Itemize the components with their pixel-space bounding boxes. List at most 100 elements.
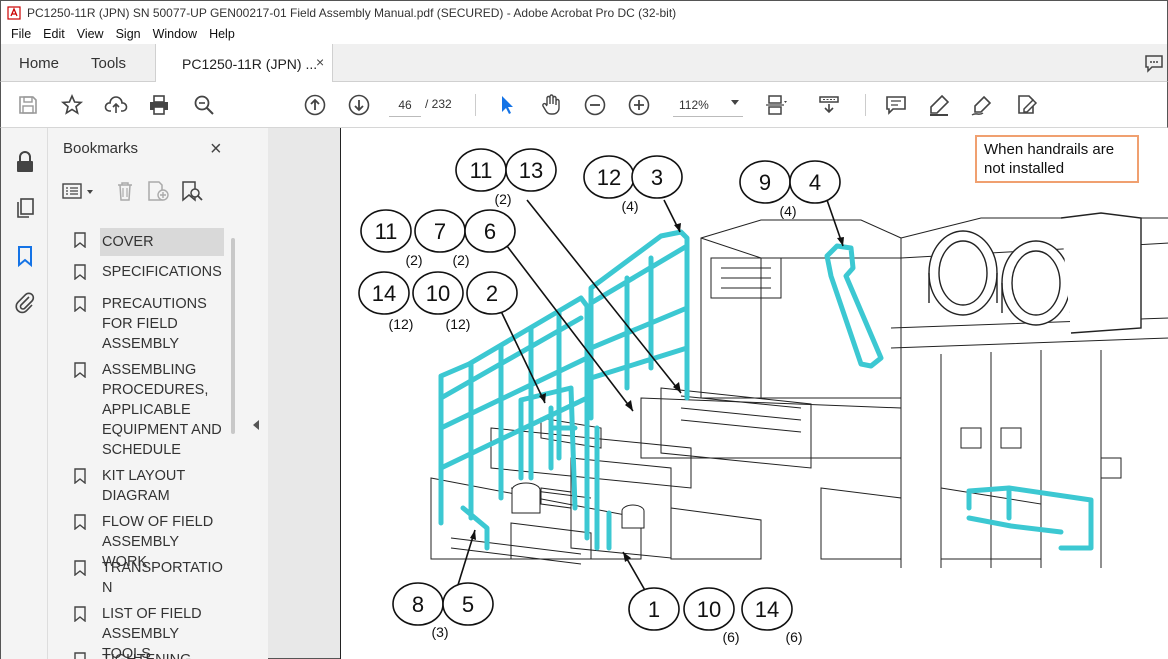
callout-quantity: (2) [452, 252, 469, 268]
page-number-input[interactable]: 46 [389, 93, 421, 117]
callout-number: 3 [651, 165, 663, 190]
callout-quantity: (6) [722, 629, 739, 645]
find-bookmark-icon[interactable] [180, 180, 204, 205]
zoom-level-select[interactable]: 112% [673, 93, 743, 117]
callout-number: 1 [648, 597, 660, 622]
callout-number: 4 [809, 170, 821, 195]
callout-number: 13 [519, 158, 543, 183]
bookmarks-panel-icon[interactable] [13, 244, 37, 268]
pdf-page: 11 13 (2) 12 3 (4) 9 4 (4) 11 7 6 (2) (2… [340, 128, 1168, 659]
bookmarks-toolbar [60, 178, 260, 204]
attachments-icon[interactable] [13, 290, 37, 314]
menu-bar: File Edit View Sign Window Help [0, 24, 1168, 44]
toolbar-divider [475, 94, 476, 116]
menu-file[interactable]: File [5, 27, 37, 41]
scroll-mode-icon[interactable] [816, 92, 842, 118]
previous-page-icon[interactable] [302, 92, 328, 118]
callout-number: 6 [484, 219, 496, 244]
page-total: / 232 [425, 97, 452, 111]
assembly-drawing: 11 13 (2) 12 3 (4) 9 4 (4) 11 7 6 (2) (2… [358, 148, 1168, 645]
next-page-icon[interactable] [346, 92, 372, 118]
callout-number: 10 [426, 281, 450, 306]
bookmark-flag-icon [74, 362, 86, 379]
panel-collapse-strip[interactable] [248, 128, 268, 659]
callout-number: 2 [486, 281, 498, 306]
highlight-pen-icon[interactable] [926, 92, 952, 118]
comment-icon[interactable] [883, 92, 909, 118]
bookmark-flag-icon [74, 514, 86, 531]
tab-home[interactable]: Home [19, 44, 59, 82]
callout-quantity: (4) [621, 198, 638, 214]
callout-number: 14 [372, 281, 396, 306]
fill-sign-icon[interactable] [1013, 92, 1039, 118]
window-title: PC1250-11R (JPN) SN 50077-UP GEN00217-01… [27, 5, 677, 20]
callout-number: 12 [597, 165, 621, 190]
bookmark-label: TIGHTENING [102, 650, 227, 659]
tab-tools[interactable]: Tools [91, 44, 126, 82]
callout-number: 10 [697, 597, 721, 622]
menu-sign[interactable]: Sign [110, 27, 147, 41]
left-navigation-rail [0, 128, 48, 659]
callout-quantity: (2) [405, 252, 422, 268]
print-icon[interactable] [146, 92, 172, 118]
bookmark-label: PRECAUTIONS FOR FIELD ASSEMBLY [102, 296, 207, 352]
zoom-level-value: 112% [679, 97, 709, 112]
callout-number: 11 [375, 219, 398, 244]
bookmark-flag-icon [74, 296, 86, 313]
page-fit-icon[interactable] [763, 92, 789, 118]
callout-number: 11 [470, 158, 493, 183]
select-cursor-icon[interactable] [494, 92, 520, 118]
bookmarks-scrollbar[interactable] [231, 238, 235, 434]
menu-view[interactable]: View [71, 27, 110, 41]
bookmarks-panel: Bookmarks × COVER SPECIFICATIONS PRECAUT… [48, 128, 268, 659]
callout-number: 14 [755, 597, 779, 622]
toolbar-divider [865, 94, 866, 116]
bookmark-flag-icon [74, 264, 86, 281]
lock-icon[interactable] [13, 150, 37, 174]
bookmark-flag-icon [74, 652, 86, 659]
upload-cloud-icon[interactable] [103, 92, 129, 118]
save-icon[interactable] [15, 92, 41, 118]
main-toolbar: 46 / 232 112% [0, 82, 1168, 128]
delete-trash-icon[interactable] [114, 180, 136, 205]
menu-window[interactable]: Window [147, 27, 203, 41]
menu-edit[interactable]: Edit [37, 27, 71, 41]
bookmark-star-icon[interactable] [59, 92, 85, 118]
page-thumbnails-icon[interactable] [13, 196, 37, 220]
options-list-icon[interactable] [62, 180, 96, 205]
callout-number: 9 [759, 170, 771, 195]
tab-close-icon[interactable]: × [316, 54, 324, 70]
bookmark-label: SPECIFICATIONS [102, 264, 222, 280]
bookmark-label: ASSEMBLING PROCEDURES, APPLICABLE EQUIPM… [102, 362, 222, 458]
callout-quantity: (12) [389, 316, 414, 332]
document-viewer[interactable]: 11 13 (2) 12 3 (4) 9 4 (4) 11 7 6 (2) (2… [268, 128, 1168, 659]
bookmark-label: KIT LAYOUT DIAGRAM [102, 468, 185, 504]
tab-bar: Home Tools PC1250-11R (JPN) ... × [0, 44, 1168, 83]
new-bookmark-icon[interactable] [146, 180, 170, 205]
bookmark-flag-icon [74, 606, 86, 623]
chevron-left-icon[interactable] [253, 420, 259, 430]
close-icon[interactable]: × [210, 138, 222, 161]
acrobat-icon [7, 5, 21, 20]
zoom-in-icon[interactable] [626, 92, 652, 118]
tab-document[interactable]: PC1250-11R (JPN) ... × [155, 44, 333, 83]
zoom-out-icon[interactable] [582, 92, 608, 118]
tab-document-label: PC1250-11R (JPN) ... [182, 55, 318, 72]
bookmark-label: TRANSPORTATIO N [102, 560, 223, 596]
hand-tool-icon[interactable] [538, 92, 564, 118]
bookmark-flag-icon [74, 468, 86, 485]
callout-quantity: (12) [446, 316, 471, 332]
chevron-down-icon [731, 100, 739, 105]
callout-number: 8 [412, 592, 424, 617]
callout-quantity: (3) [431, 624, 448, 640]
callout-number: 7 [434, 219, 446, 244]
help-chat-icon[interactable] [1143, 52, 1165, 74]
callout-quantity: (6) [785, 629, 802, 645]
draw-freehand-icon[interactable] [969, 92, 995, 118]
callout-quantity: (4) [779, 203, 796, 219]
menu-help[interactable]: Help [203, 27, 241, 41]
zoom-search-icon[interactable] [191, 92, 217, 118]
bookmarks-title: Bookmarks [63, 140, 139, 157]
bookmarks-list: COVER SPECIFICATIONS PRECAUTIONS FOR FIE… [74, 224, 254, 659]
callout-number: 5 [462, 592, 474, 617]
